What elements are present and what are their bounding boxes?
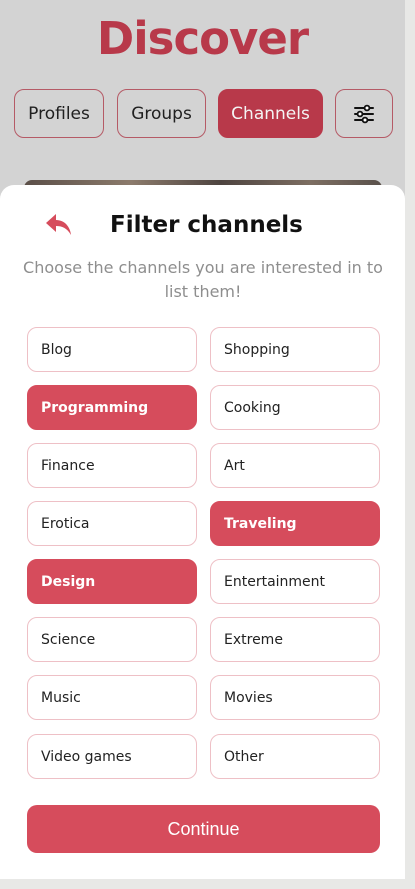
filter-button[interactable]	[335, 89, 393, 138]
channel-option-finance[interactable]: Finance	[27, 443, 197, 488]
channel-option-shopping[interactable]: Shopping	[210, 327, 380, 372]
sheet-title: Filter channels	[110, 212, 303, 238]
channel-option-music[interactable]: Music	[27, 675, 197, 720]
channel-option-other[interactable]: Other	[210, 734, 380, 779]
sliders-icon	[354, 104, 374, 123]
channel-option-cooking[interactable]: Cooking	[210, 385, 380, 430]
reply-arrow-icon	[46, 214, 71, 235]
channel-option-traveling[interactable]: Traveling	[210, 501, 380, 546]
channel-option-programming[interactable]: Programming	[27, 385, 197, 430]
channel-option-erotica[interactable]: Erotica	[27, 501, 197, 546]
tab-profiles[interactable]: Profiles	[14, 89, 104, 138]
channel-option-extreme[interactable]: Extreme	[210, 617, 380, 662]
continue-button[interactable]: Continue	[27, 805, 380, 853]
channel-option-blog[interactable]: Blog	[27, 327, 197, 372]
channel-option-video-games[interactable]: Video games	[27, 734, 197, 779]
page-title: Discover	[96, 12, 309, 65]
tab-groups[interactable]: Groups	[117, 89, 206, 138]
channel-option-movies[interactable]: Movies	[210, 675, 380, 720]
channel-option-entertainment[interactable]: Entertainment	[210, 559, 380, 604]
sheet-subtitle: Choose the channels you are interested i…	[23, 258, 383, 301]
back-button[interactable]	[44, 212, 74, 238]
channel-option-science[interactable]: Science	[27, 617, 197, 662]
channel-option-design[interactable]: Design	[27, 559, 197, 604]
app-screen: Discover Profiles Groups Channels Filter…	[0, 0, 405, 879]
tab-channels[interactable]: Channels	[218, 89, 323, 138]
channel-option-art[interactable]: Art	[210, 443, 380, 488]
